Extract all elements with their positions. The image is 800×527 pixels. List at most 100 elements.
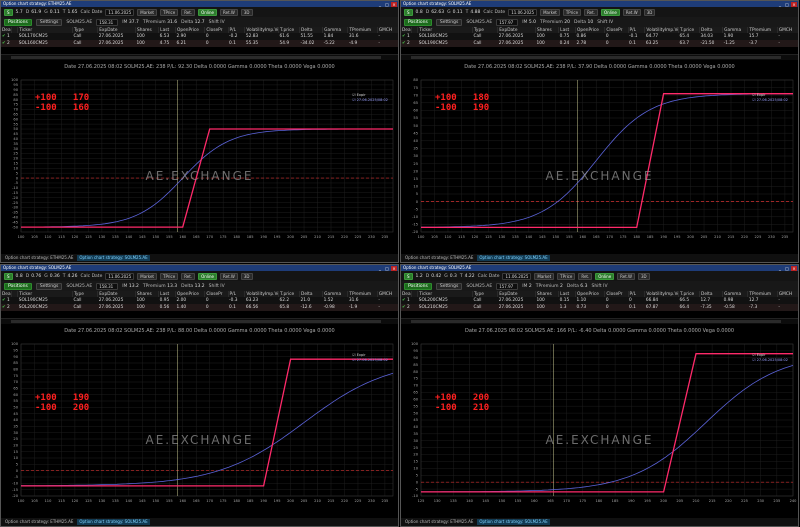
row-checkbox[interactable]: ✔ 1 [401,33,412,40]
ret-button[interactable]: Ret. [181,272,196,280]
row-checkbox[interactable]: ✔ 1 [1,33,12,40]
tab-sol-strategy[interactable]: Option chart strategy: SOLM25.AE [77,255,150,261]
3d-button[interactable]: 3D [240,272,253,280]
3d-button[interactable]: 3D [643,8,656,16]
tab-sol-strategy[interactable]: Option chart strategy: SOLM25.AE [477,255,550,261]
market-button[interactable]: Market [137,8,157,16]
payoff-chart[interactable]: -20-15-10-505101520253035404550556065707… [1,326,399,519]
settings-button[interactable]: Settings [35,18,63,26]
tab-sol-strategy[interactable]: Option chart strategy: SOLM25.AE [477,519,550,525]
tprice-button[interactable]: TPrice [557,272,576,280]
table-scrollbar[interactable] [401,54,798,60]
maximize-icon[interactable]: □ [784,2,790,7]
table-row[interactable]: ✔ 2 SOL200CM25 Call 27.06.2025 100 0.56 1.40 0 0… [1,304,398,311]
table-row[interactable]: ✔ 1 SOL170CM25 Call 27.06.2025 100 6.53 2.90 0-… [1,33,398,40]
market-button[interactable]: Market [540,8,560,16]
scroll-thumb[interactable] [411,56,781,59]
row-checkbox[interactable]: ✔ 2 [401,304,412,311]
x-tick-label: 110 [445,235,453,239]
positions-button[interactable]: Positions [404,282,432,290]
table-row[interactable]: ✔ 2 SOL190CM25 Call 27.06.2025 100 0.24 2.78 0 0… [401,40,798,47]
online-button[interactable]: Online [198,8,218,16]
minimize-icon[interactable]: _ [377,2,383,7]
online-button[interactable]: Online [595,272,615,280]
s-button[interactable]: S [4,8,13,16]
ret-button[interactable]: Ret. [181,8,196,16]
settings-button[interactable]: Settings [435,18,463,26]
ret-button[interactable]: Ret. [584,8,598,16]
spot-input[interactable]: 157.97 [496,282,519,290]
cell-open: 2.00 [175,297,205,304]
minimize-icon[interactable]: _ [377,266,383,271]
cell-close: 0 [604,40,629,47]
retw-button[interactable]: Ret.W [617,272,636,280]
maximize-icon[interactable]: □ [384,2,390,7]
settings-button[interactable]: Settings [35,282,63,290]
close-icon[interactable]: × [391,1,397,7]
close-icon[interactable]: × [791,265,797,271]
retw-button[interactable]: Ret.W [220,272,238,280]
cell-type: Call [472,33,498,40]
table-row[interactable]: ✔ 1 SOL190CM25 Call 27.06.2025 100 0.95 2.00 0-… [1,297,398,304]
calc-date-input[interactable]: 11.06.2025 [105,272,135,280]
s-button[interactable]: S [4,272,13,280]
payoff-chart[interactable]: -20-15-10-505101520253035404550556065707… [401,62,799,255]
close-icon[interactable]: × [791,1,797,7]
positions-button[interactable]: Positions [404,18,432,26]
s-button[interactable]: S [404,272,413,280]
market-button[interactable]: Market [534,272,555,280]
minimize-icon[interactable]: _ [777,266,783,271]
calc-date-input[interactable]: 11.06.2025 [502,272,532,280]
x-tick-label: 145 [482,499,489,503]
scroll-thumb[interactable] [11,56,381,59]
payoff-chart[interactable]: -50-45-40-35-30-25-20-15-10-505101520253… [1,62,399,255]
market-button[interactable]: Market [137,272,157,280]
table-scrollbar[interactable] [1,54,398,60]
table-row[interactable]: ✔ 2 SOL160CM25 Call 27.06.2025 100 4.75 6.21 0 0… [1,40,398,47]
3d-button[interactable]: 3D [638,272,650,280]
maximize-icon[interactable]: □ [784,266,790,271]
minimize-icon[interactable]: _ [777,2,783,7]
settings-button[interactable]: Settings [435,282,463,290]
row-checkbox[interactable]: ✔ 1 [401,297,412,304]
tprice-button[interactable]: TPrice [562,8,582,16]
cell-gamma: 0.98 [722,297,748,304]
tprice-button[interactable]: TPrice [160,8,179,16]
retw-button[interactable]: Ret.W [220,8,238,16]
online-button[interactable]: Online [600,8,620,16]
row-checkbox[interactable]: ✔ 1 [1,297,12,304]
table-scrollbar[interactable] [1,318,398,324]
table-row[interactable]: ✔ 2 SOL210CM25 Call 27.06.2025 100 1.3 0.73 0 0.… [401,304,798,311]
maximize-icon[interactable]: □ [384,266,390,271]
row-checkbox[interactable]: ✔ 2 [401,40,412,47]
tab-eth-strategy[interactable]: Option chart strategy: ETHM25.AE [3,255,75,261]
spot-input[interactable]: 157.97 [496,18,519,26]
calc-date-input[interactable]: 11.06.2025 [508,8,538,16]
row-checkbox[interactable]: ✔ 2 [1,40,12,47]
table-scrollbar[interactable] [401,318,798,324]
online-button[interactable]: Online [198,272,218,280]
y-tick-label: 55 [13,122,18,126]
calc-date-input[interactable]: 11.06.2025 [105,8,135,16]
tab-eth-strategy[interactable]: Option chart strategy: ETHM25.AE [403,255,475,261]
tab-eth-strategy[interactable]: Option chart strategy: ETHM25.AE [3,519,75,525]
ret-button[interactable]: Ret. [578,272,593,280]
scroll-thumb[interactable] [11,320,381,323]
s-button[interactable]: S [404,8,413,16]
cell-shares: 100 [535,297,559,304]
scroll-thumb[interactable] [411,320,781,323]
tprice-button[interactable]: TPrice [160,272,179,280]
retw-button[interactable]: Ret.W [622,8,641,16]
payoff-chart[interactable]: -10-505101520253035404550556065707580859… [401,326,799,519]
positions-button[interactable]: Positions [4,282,32,290]
spot-input[interactable]: 158.31 [96,18,119,26]
tab-sol-strategy[interactable]: Option chart strategy: SOLM25.AE [77,519,150,525]
tab-eth-strategy[interactable]: Option chart strategy: ETHM25.AE [403,519,475,525]
close-icon[interactable]: × [391,265,397,271]
row-checkbox[interactable]: ✔ 2 [1,304,12,311]
positions-button[interactable]: Positions [4,18,32,26]
spot-input[interactable]: 158.31 [96,282,119,290]
3d-button[interactable]: 3D [240,8,253,16]
table-row[interactable]: ✔ 1 SOL200CM25 Call 27.06.2025 100 0.15 1.10 0 0… [401,297,798,304]
table-row[interactable]: ✔ 1 SOL180CM25 Call 27.06.2025 100 0.75 0.86 0-… [401,33,798,40]
